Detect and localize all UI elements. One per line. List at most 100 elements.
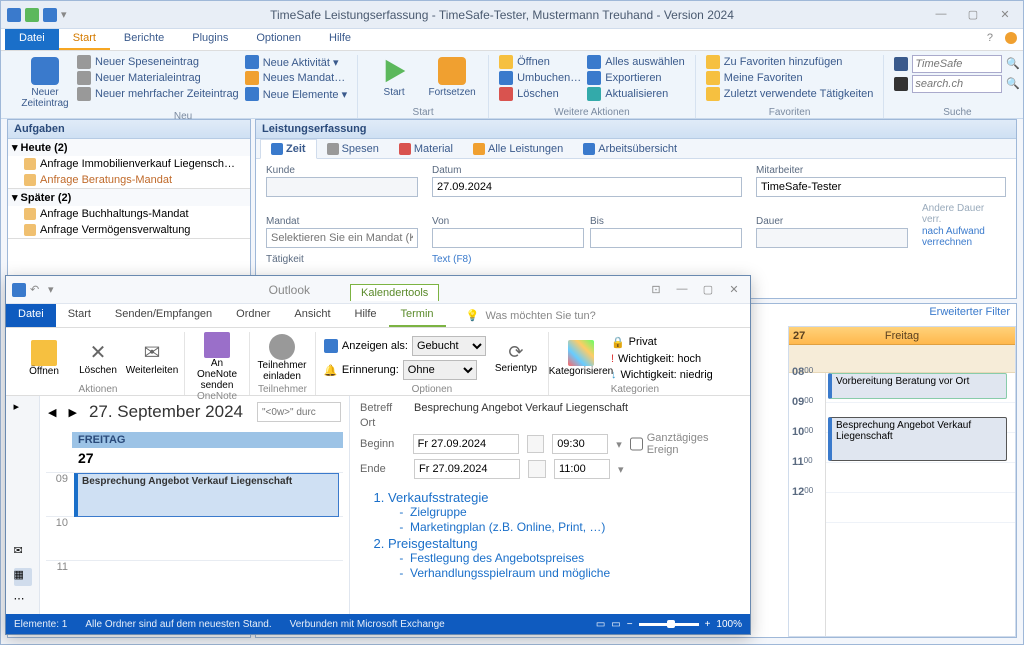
start-button[interactable]: Start	[368, 55, 420, 105]
tasks-group-heute[interactable]: ▾Heute (2)	[8, 139, 250, 156]
tell-me[interactable]: 💡Was möchten Sie tun?	[446, 304, 596, 327]
save-icon[interactable]	[43, 8, 57, 22]
oeffnen-button[interactable]: Öffnen	[499, 55, 581, 69]
serientyp-button[interactable]: ⟳Serientyp	[492, 342, 540, 374]
menu-ordner[interactable]: Ordner	[224, 304, 282, 327]
qa-dropdown-icon[interactable]: ▾	[61, 8, 75, 22]
zoom-control[interactable]: ▭▭ −+ 100%	[596, 619, 742, 630]
ende-date-input[interactable]	[414, 459, 520, 479]
menu-ansicht[interactable]: Ansicht	[282, 304, 342, 327]
zu-favoriten-button[interactable]: Zu Favoriten hinzufügen	[706, 55, 874, 69]
searchch-go-icon[interactable]: 🔍	[1006, 77, 1020, 91]
beginn-time-input[interactable]	[552, 434, 608, 454]
excel-icon[interactable]	[25, 8, 39, 22]
task-item[interactable]: Anfrage Buchhaltungs-Mandat	[8, 206, 250, 222]
rail-collapse-icon[interactable]: ▸	[14, 400, 32, 418]
close-button[interactable]: ✕	[724, 283, 744, 296]
meine-favoriten-button[interactable]: Meine Favoriten	[706, 71, 874, 85]
tab-alle[interactable]: Alle Leistungen	[463, 139, 573, 158]
nach-aufwand-link[interactable]: nach Aufwand verrechnen	[922, 226, 1006, 248]
menu-senden[interactable]: Senden/Empfangen	[103, 304, 224, 327]
wichtigkeit-hoch-button[interactable]: !Wichtigkeit: hoch	[611, 353, 713, 365]
mail-icon[interactable]: ✉	[14, 544, 32, 562]
tasks-group-spaeter[interactable]: ▾Später (2)	[8, 189, 250, 206]
anzeigen-select[interactable]: Gebucht	[412, 336, 486, 356]
tab-material[interactable]: Material	[389, 139, 463, 158]
date-picker-icon[interactable]	[528, 460, 546, 478]
minimize-button[interactable]: —	[929, 8, 953, 21]
bis-input[interactable]	[590, 228, 742, 248]
neues-mandat-button[interactable]: Neues Mandat…	[245, 71, 347, 85]
task-item[interactable]: Anfrage Vermögensverwaltung	[8, 222, 250, 238]
search-go-icon[interactable]: 🔍	[1006, 57, 1020, 71]
task-item-selected[interactable]: Anfrage Beratungs-Mandat	[8, 172, 250, 188]
kategorisieren-button[interactable]: Kategorisieren	[557, 340, 605, 377]
maximize-button[interactable]: ▢	[698, 283, 718, 296]
neue-elemente-button[interactable]: Neue Elemente ▾	[245, 87, 347, 101]
neue-aktivitaet-button[interactable]: Neue Aktivität ▾	[245, 55, 347, 69]
neuer-mehrfacher-zeiteintrag-button[interactable]: Neuer mehrfacher Zeiteintrag	[77, 87, 239, 101]
menu-hilfe[interactable]: Hilfe	[315, 29, 365, 50]
minimize-button[interactable]: —	[672, 283, 692, 296]
tab-arbeitsuebersicht[interactable]: Arbeitsübersicht	[573, 139, 687, 158]
date-picker-icon[interactable]	[527, 435, 545, 453]
next-day-button[interactable]: ▶	[68, 406, 76, 419]
onenote-button[interactable]: An OneNote senden	[193, 332, 241, 391]
ribbon-collapse-icon[interactable]: ⊡	[646, 283, 666, 296]
calendar-icon[interactable]: ▦	[14, 568, 32, 586]
privat-button[interactable]: 🔒Privat	[611, 336, 713, 349]
weiterleiten-button[interactable]: ✉Weiterleiten	[128, 340, 176, 376]
dauer-input[interactable]	[756, 228, 908, 248]
ganztag-checkbox[interactable]: Ganztägiges Ereign	[630, 432, 740, 456]
menu-datei[interactable]: Datei	[6, 304, 56, 327]
mandat-input[interactable]	[266, 228, 418, 248]
tab-zeit[interactable]: Zeit	[260, 139, 317, 159]
maximize-button[interactable]: ▢	[961, 8, 985, 21]
menu-datei[interactable]: Datei	[5, 29, 59, 50]
kalendertools-tab[interactable]: Kalendertools	[350, 284, 439, 301]
mitarbeiter-input[interactable]	[756, 177, 1006, 197]
menu-plugins[interactable]: Plugins	[178, 29, 242, 50]
oeffnen-button[interactable]: Öffnen	[20, 340, 68, 377]
text-link[interactable]: Text (F8)	[432, 254, 1006, 265]
zuletzt-verwendet-button[interactable]: Zuletzt verwendete Tätigkeiten	[706, 87, 874, 101]
more-icon[interactable]: ⋯	[14, 592, 32, 610]
calendar-event[interactable]: Vorbereitung Beratung vor Ort	[828, 373, 1007, 399]
calendar-search-input[interactable]	[257, 402, 341, 422]
menu-hilfe[interactable]: Hilfe	[343, 304, 389, 327]
task-item[interactable]: Anfrage Immobilienverkauf Liegensch…	[8, 156, 250, 172]
fortsetzen-button[interactable]: Fortsetzen	[426, 55, 478, 105]
calendar-event[interactable]: Besprechung Angebot Verkauf Liegenschaft	[74, 473, 339, 517]
loeschen-button[interactable]: ✕Löschen	[74, 340, 122, 376]
qa-dropdown-icon[interactable]: ▾	[48, 283, 62, 297]
save-icon[interactable]	[12, 283, 26, 297]
undo-icon[interactable]: ↶	[30, 283, 44, 297]
timesafe-search-input[interactable]	[912, 55, 1002, 73]
neuer-speseneintrag-button[interactable]: Neuer Speseneintrag	[77, 55, 239, 69]
ende-time-input[interactable]	[554, 459, 610, 479]
aktualisieren-button[interactable]: Aktualisieren	[587, 87, 685, 101]
searchch-input[interactable]	[912, 75, 1002, 93]
umbuchen-button[interactable]: Umbuchen…	[499, 71, 581, 85]
menu-berichte[interactable]: Berichte	[110, 29, 178, 50]
von-input[interactable]	[432, 228, 584, 248]
menu-termin[interactable]: Termin	[389, 304, 446, 327]
neuer-zeiteintrag-button[interactable]: Neuer Zeiteintrag	[19, 55, 71, 109]
help-icon[interactable]: ?	[981, 29, 999, 50]
teilnehmer-button[interactable]: Teilnehmer einladen	[258, 334, 306, 382]
wichtigkeit-niedrig-button[interactable]: ↓Wichtigkeit: niedrig	[611, 369, 713, 381]
erinnerung-select[interactable]: Ohne	[403, 360, 477, 380]
prev-day-button[interactable]: ◀	[48, 406, 56, 419]
exportieren-button[interactable]: Exportieren	[587, 71, 685, 85]
beginn-date-input[interactable]	[413, 434, 519, 454]
close-button[interactable]: ✕	[993, 8, 1017, 21]
loeschen-button[interactable]: Löschen	[499, 87, 581, 101]
datum-input[interactable]	[432, 177, 742, 197]
kunde-input[interactable]	[266, 177, 418, 197]
menu-start[interactable]: Start	[56, 304, 103, 327]
menu-optionen[interactable]: Optionen	[242, 29, 315, 50]
alles-auswaehlen-button[interactable]: Alles auswählen	[587, 55, 685, 69]
erweiterter-filter-link[interactable]: Erweiterter Filter	[929, 306, 1010, 318]
neuer-materialeintrag-button[interactable]: Neuer Materialeintrag	[77, 71, 239, 85]
tab-spesen[interactable]: Spesen	[317, 139, 389, 158]
